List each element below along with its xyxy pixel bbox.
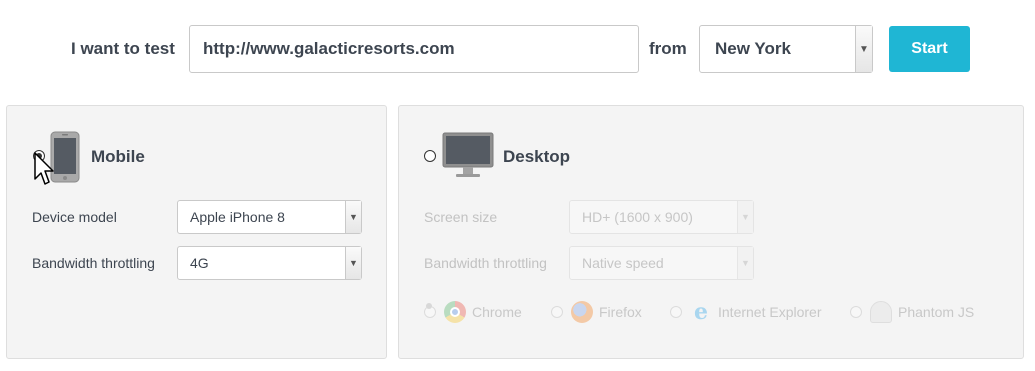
screen-size-label: Screen size: [424, 209, 498, 225]
phantomjs-icon: [870, 301, 892, 323]
desktop-panel: Desktop Screen size HD+ (1600 x 900) ▼ B…: [398, 105, 1024, 359]
test-config-bar: I want to test from New York ▼ Start: [0, 25, 1035, 73]
chevron-down-icon[interactable]: ▼: [345, 247, 361, 279]
ie-radio[interactable]: [670, 306, 682, 318]
browser-name: Firefox: [599, 304, 642, 320]
chevron-down-icon[interactable]: ▼: [855, 26, 872, 72]
desktop-bandwidth-value: Native speed: [582, 255, 664, 271]
mobile-panel: Mobile Device model Apple iPhone 8 ▼ Ban…: [6, 105, 387, 359]
chrome-icon: [444, 301, 466, 323]
firefox-radio[interactable]: [551, 306, 563, 318]
mobile-heading[interactable]: Mobile: [91, 147, 145, 167]
bandwidth-label: Bandwidth throttling: [32, 255, 155, 271]
browser-option-firefox[interactable]: Firefox: [551, 301, 642, 323]
desktop-bandwidth-select[interactable]: Native speed ▼: [569, 246, 754, 280]
mouse-cursor-icon: [34, 152, 54, 185]
device-model-value: Apple iPhone 8: [190, 209, 285, 225]
ie-icon: e: [694, 299, 708, 325]
bandwidth-value: 4G: [190, 255, 209, 271]
monitor-icon: [442, 132, 494, 177]
desktop-bandwidth-label: Bandwidth throttling: [424, 255, 547, 271]
firefox-icon: [571, 301, 593, 323]
screen-size-value: HD+ (1600 x 900): [582, 209, 693, 225]
location-select[interactable]: New York ▼: [699, 25, 873, 73]
desktop-radio[interactable]: [424, 150, 436, 162]
device-model-select[interactable]: Apple iPhone 8 ▼: [177, 200, 362, 234]
device-model-label: Device model: [32, 209, 117, 225]
browser-name: Internet Explorer: [718, 304, 822, 320]
browser-name: Chrome: [472, 304, 522, 320]
chevron-down-icon[interactable]: ▼: [345, 201, 361, 233]
start-button[interactable]: Start: [889, 26, 970, 72]
browser-option-phantomjs[interactable]: Phantom JS: [850, 301, 974, 323]
chevron-down-icon[interactable]: ▼: [737, 201, 753, 233]
location-value: New York: [715, 39, 791, 58]
browser-option-chrome[interactable]: Chrome: [424, 301, 522, 323]
bandwidth-select[interactable]: 4G ▼: [177, 246, 362, 280]
chevron-down-icon[interactable]: ▼: [737, 247, 753, 279]
url-input[interactable]: [189, 25, 639, 73]
test-label: I want to test: [71, 39, 175, 58]
from-label: from: [649, 39, 687, 58]
desktop-heading[interactable]: Desktop: [503, 147, 570, 167]
browser-name: Phantom JS: [898, 304, 975, 320]
browser-option-ie[interactable]: e Internet Explorer: [670, 299, 822, 325]
chrome-radio[interactable]: [424, 306, 436, 318]
phantomjs-radio[interactable]: [850, 306, 862, 318]
screen-size-select[interactable]: HD+ (1600 x 900) ▼: [569, 200, 754, 234]
